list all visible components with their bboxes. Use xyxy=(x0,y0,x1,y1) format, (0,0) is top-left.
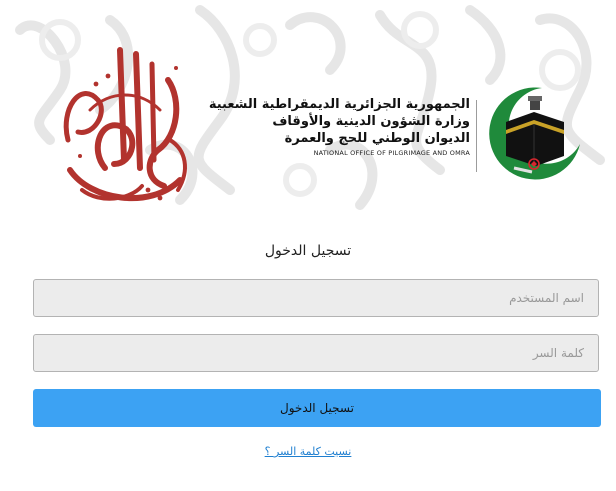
office-name-english: NATIONAL OFFICE OF PILGRIMAGE AND OMRA xyxy=(313,149,470,157)
header-banner: الجمهورية الجزائرية الديمقراطية الشعبية … xyxy=(0,0,616,215)
calligraphy-logo xyxy=(63,47,187,202)
ministry-name: وزارة الشؤون الدينية والأوقاف xyxy=(272,114,470,129)
header-divider xyxy=(476,100,477,172)
username-input[interactable] xyxy=(33,279,599,317)
organization-titles: الجمهورية الجزائرية الديمقراطية الشعبية … xyxy=(208,96,470,157)
forgot-password-link[interactable]: نسيت كلمة السر ؟ xyxy=(0,445,616,458)
republic-name: الجمهورية الجزائرية الديمقراطية الشعبية xyxy=(208,97,470,112)
office-name: الديوان الوطني للحج والعمرة xyxy=(284,131,470,146)
password-input[interactable] xyxy=(33,334,599,372)
login-title: تسجيل الدخول xyxy=(264,243,352,259)
login-button[interactable]: تسجيل الدخول xyxy=(33,389,601,427)
kaaba-crescent-emblem xyxy=(489,87,580,180)
